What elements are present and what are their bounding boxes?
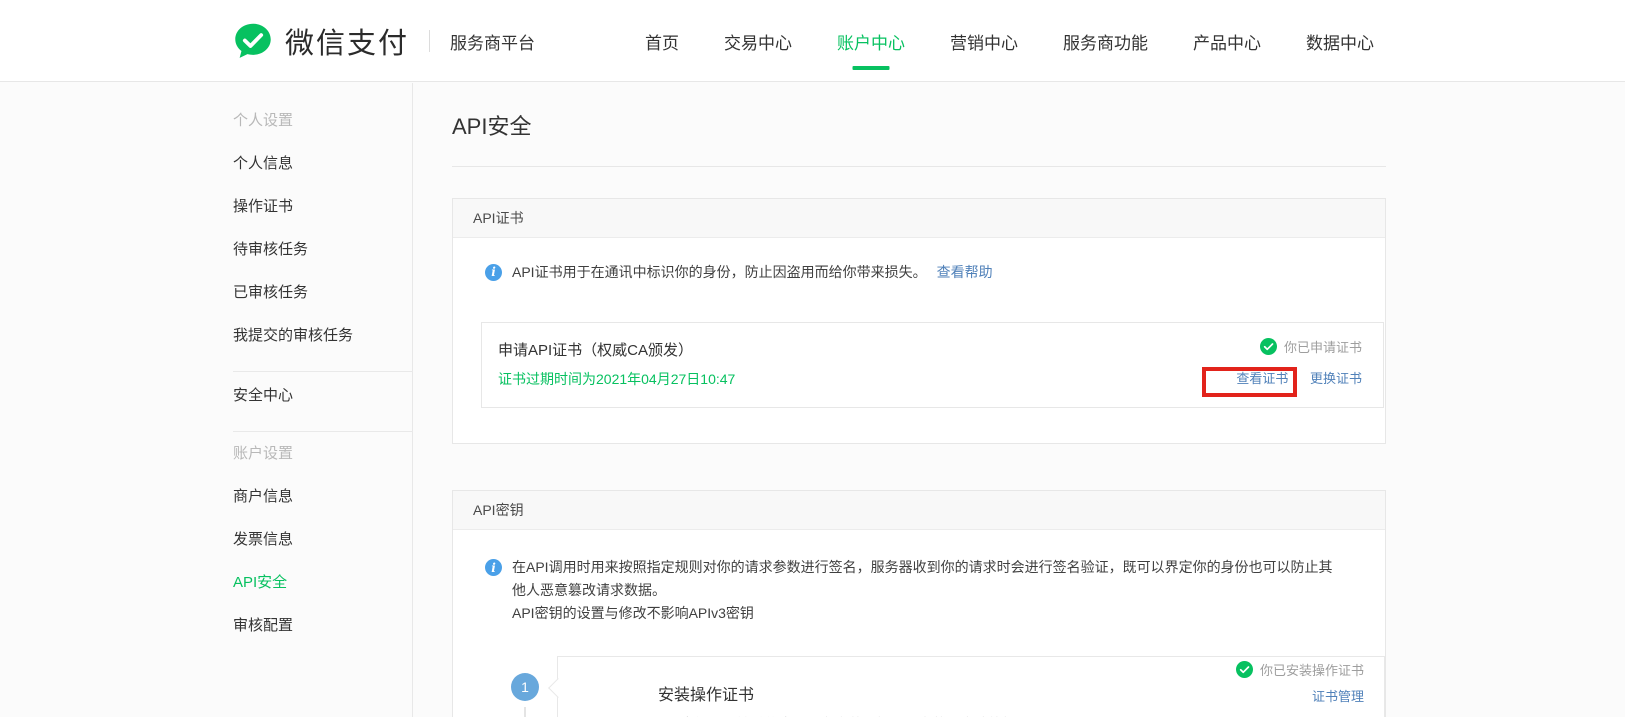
- certificate-status: 你已申请证书: [1236, 337, 1362, 356]
- api-key-card-header: API密钥: [453, 491, 1385, 530]
- view-certificate-link[interactable]: 查看证书: [1236, 371, 1288, 386]
- info-circle-icon: i: [485, 559, 502, 576]
- apply-certificate-box: 申请API证书（权威CA颁发） 证书过期时间为2021年04月27日10:47 …: [481, 322, 1384, 408]
- nav-item-data-center[interactable]: 数据中心: [1306, 29, 1374, 54]
- sidebar-item-reviewed-tasks[interactable]: 已审核任务: [233, 285, 308, 301]
- nav-item-product-center[interactable]: 产品中心: [1193, 29, 1261, 54]
- certificate-manage-link[interactable]: 证书管理: [1312, 686, 1364, 705]
- check-circle-icon: [1259, 338, 1277, 355]
- check-circle-icon: [1235, 661, 1253, 678]
- nav-item-home[interactable]: 首页: [645, 29, 679, 54]
- sidebar-item-security-center[interactable]: 安全中心: [233, 388, 293, 404]
- certificate-info-text: API证书用于在通讯中标识你的身份，防止因盗用而给你带来损失。: [512, 264, 927, 280]
- replace-certificate-link[interactable]: 更换证书: [1310, 371, 1362, 386]
- wechat-pay-merchant-platform: 微信支付 服务商平台 首页 交易中心 账户中心 营销中心 服务商功能 产品中心 …: [0, 0, 1625, 717]
- platform-name: 服务商平台: [450, 33, 536, 53]
- api-key-info-text: 在API调用时用来按照指定规则对你的请求参数进行签名，服务器收到你的请求时会进行…: [512, 556, 1344, 625]
- sidebar-item-review-config[interactable]: 审核配置: [233, 618, 293, 634]
- step-1-status-text: 你已安装操作证书: [1259, 663, 1364, 678]
- api-certificate-card-body: i API证书用于在通讯中标识你的身份，防止因盗用而给你带来损失。 查看帮助 申…: [453, 238, 1385, 443]
- certificate-expiry-text: 证书过期时间为2021年04月27日10:47: [498, 371, 736, 387]
- title-divider: [452, 166, 1386, 167]
- sidebar-item-pending-review-tasks[interactable]: 待审核任务: [233, 242, 308, 258]
- sidebar-divider: [233, 431, 413, 432]
- nav-item-service-provider-features[interactable]: 服务商功能: [1063, 29, 1148, 54]
- install-operation-certificate-box: 安装操作证书 API密钥属于敏感信息，只有安装了操作证书的用户才能操作 你已安装…: [557, 656, 1385, 717]
- certificate-info-row: i API证书用于在通讯中标识你的身份，防止因盗用而给你带来损失。 查看帮助: [485, 262, 993, 282]
- api-key-info-row: i 在API调用时用来按照指定规则对你的请求参数进行签名，服务器收到你的请求时会…: [485, 556, 1385, 625]
- sidebar-section-personal-settings: 个人设置: [233, 112, 294, 129]
- sidebar-item-personal-info[interactable]: 个人信息: [233, 156, 293, 172]
- certificate-links: 查看证书 更换证书: [1236, 368, 1362, 387]
- certificate-actions: 你已申请证书 查看证书 更换证书: [1236, 337, 1362, 387]
- wechat-pay-bubble-check-icon: [235, 23, 271, 58]
- sidebar-item-my-submitted-review-tasks[interactable]: 我提交的审核任务: [233, 328, 353, 344]
- step-timeline-connector: [524, 707, 526, 717]
- certificate-description: 申请API证书（权威CA颁发） 证书过期时间为2021年04月27日10:47: [498, 339, 735, 389]
- info-circle-icon: i: [485, 263, 502, 281]
- step-1-number-badge: 1: [511, 673, 539, 701]
- top-header: 微信支付 服务商平台 首页 交易中心 账户中心 营销中心 服务商功能 产品中心 …: [0, 0, 1625, 82]
- brand-name: 微信支付: [285, 28, 410, 60]
- sidebar-section-account-settings: 账户设置: [233, 445, 294, 462]
- api-key-info-line1: 在API调用时用来按照指定规则对你的请求参数进行签名，服务器收到你的请求时会进行…: [512, 559, 1333, 598]
- step-1-actions: 你已安装操作证书 证书管理: [1235, 660, 1364, 706]
- brand-logo[interactable]: 微信支付 服务商平台: [233, 0, 535, 82]
- sidebar-item-merchant-info[interactable]: 商户信息: [233, 489, 293, 505]
- main-content: API安全 API证书 i API证书用于在通讯中标识你的身份，防止因盗用而给你…: [452, 83, 1386, 717]
- step-rail: 1: [511, 656, 539, 717]
- step-1-row: 1 安装操作证书 API密钥属于敏感信息，只有安装了操作证书的用户才能操作: [485, 656, 1385, 717]
- api-certificate-card: API证书 i API证书用于在通讯中标识你的身份，防止因盗用而给你带来损失。 …: [452, 198, 1386, 444]
- api-key-card-body: i 在API调用时用来按照指定规则对你的请求参数进行签名，服务器收到你的请求时会…: [453, 530, 1385, 717]
- main-nav: 首页 交易中心 账户中心 营销中心 服务商功能 产品中心 数据中心: [645, 0, 1374, 82]
- sidebar-item-operation-certificate[interactable]: 操作证书: [233, 199, 293, 215]
- sidebar-item-api-security[interactable]: API安全: [233, 575, 287, 591]
- view-help-link[interactable]: 查看帮助: [937, 262, 993, 282]
- logo-divider: [429, 30, 431, 52]
- certificate-status-text: 你已申请证书: [1283, 340, 1362, 355]
- step-1-status: 你已安装操作证书: [1235, 660, 1364, 679]
- nav-item-marketing-center[interactable]: 营销中心: [950, 29, 1018, 54]
- apply-certificate-title: 申请API证书（权威CA颁发）: [498, 342, 694, 359]
- api-key-info-line2: API密钥的设置与修改不影响APIv3密钥: [512, 605, 754, 621]
- nav-item-account-center[interactable]: 账户中心: [837, 29, 905, 54]
- sidebar-item-invoice-info[interactable]: 发票信息: [233, 532, 293, 548]
- page-title: API安全: [452, 114, 532, 139]
- sidebar: 个人设置 个人信息 操作证书 待审核任务 已审核任务 我提交的审核任务 安全中心…: [0, 83, 413, 717]
- api-certificate-card-header: API证书: [453, 199, 1385, 238]
- nav-item-transaction-center[interactable]: 交易中心: [724, 29, 792, 54]
- sidebar-divider: [233, 371, 413, 372]
- api-key-card: API密钥 i 在API调用时用来按照指定规则对你的请求参数进行签名，服务器收到…: [452, 490, 1386, 717]
